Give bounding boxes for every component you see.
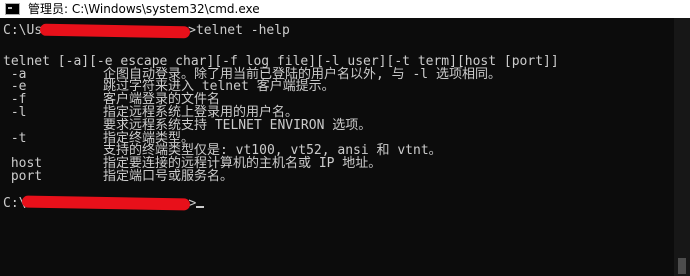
option-row: -l 指定远程系统上登录用的用户名。: [3, 106, 674, 119]
title-bar[interactable]: 管理员: C:\Windows\system32\cmd.exe: [0, 0, 690, 19]
usage-line: telnet [-a][-e escape char][-f log file]…: [3, 53, 559, 69]
option-flag: -l: [3, 104, 27, 120]
option-description: 指定远程系统上登录用的用户名。: [103, 104, 299, 120]
prompt-prefix: C:\Us: [3, 23, 43, 38]
command-line: C:\Us >telnet -help: [3, 23, 674, 39]
current-prompt-line: C:\ >: [3, 195, 674, 212]
redacted-path: [22, 195, 191, 211]
command-text: >telnet -help: [188, 23, 290, 38]
vertical-scrollbar[interactable]: [674, 18, 690, 276]
text-cursor: [196, 205, 205, 208]
scrollbar-thumb[interactable]: [678, 258, 686, 274]
window-title: 管理员: C:\Windows\system32\cmd.exe: [28, 2, 260, 16]
console-output[interactable]: C:\Us >telnet -help telnet [-a][-e escape…: [0, 18, 674, 276]
cmd-icon: [5, 3, 20, 15]
redacted-path: [40, 23, 191, 38]
option-row: port 指定端口号或服务名。: [3, 170, 674, 183]
option-flag: -t: [3, 130, 27, 146]
option-flag: port: [3, 168, 43, 184]
option-description: 指定端口号或服务名。: [103, 168, 234, 184]
option-flag: [3, 119, 103, 132]
option-row: 要求远程系统支持 TELNET ENVIRON 选项。: [3, 119, 674, 132]
option-description: 要求远程系统支持 TELNET ENVIRON 选项。: [103, 117, 372, 133]
